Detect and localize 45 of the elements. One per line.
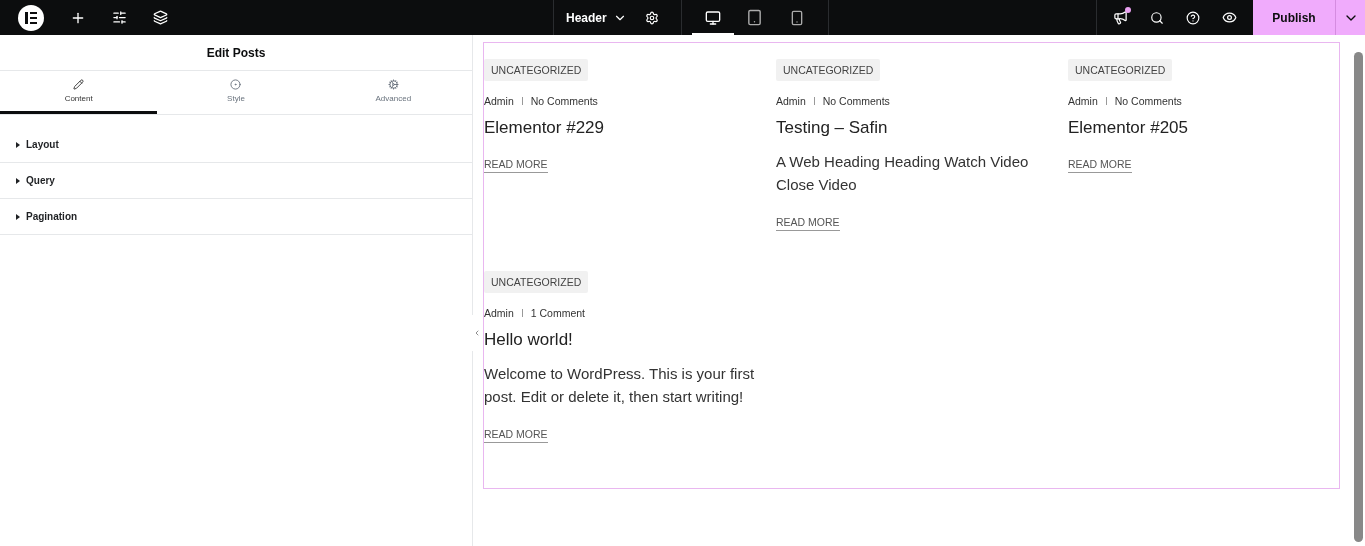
section-header[interactable]: Layout [0, 127, 472, 163]
eye-icon [1222, 10, 1237, 25]
panel-tab[interactable]: Advanced [314, 71, 472, 114]
post-excerpt: A Web Heading Heading Watch Video Close Video [776, 152, 1030, 195]
panel-tab[interactable]: Style [157, 71, 315, 114]
pencil-icon [73, 79, 85, 90]
gear-icon [644, 10, 659, 25]
read-more-link[interactable]: READ MORE [776, 216, 840, 231]
post-comments: No Comments [822, 95, 890, 107]
panel-title: Edit Posts [0, 35, 472, 71]
post-comments: 1 Comment [530, 307, 586, 319]
document-dropdown[interactable]: Header [566, 10, 627, 25]
post-comments: No Comments [530, 95, 598, 107]
read-more-link[interactable]: READ MORE [484, 428, 548, 443]
section-header[interactable]: Query [0, 163, 472, 199]
panel-tab[interactable]: Content [0, 71, 158, 114]
sliders-icon [112, 10, 127, 25]
post-title: Elementor #205 [1068, 118, 1189, 138]
post-comments: No Comments [1114, 95, 1182, 107]
post-author: Admin [484, 95, 514, 107]
desktop-icon [704, 9, 721, 26]
settings-icon [387, 79, 399, 90]
search-icon [1150, 10, 1164, 25]
logo[interactable] [18, 4, 44, 31]
post-author: Admin [484, 307, 514, 319]
category-badge: UNCATEGORIZED [484, 271, 589, 293]
scrollbar[interactable] [1354, 52, 1363, 542]
post-excerpt: Welcome to WordPress. This is your first post. Edit or delete it, then start writing! [484, 364, 756, 407]
read-more-link[interactable]: READ MORE [484, 158, 548, 173]
category-badge: UNCATEGORIZED [1068, 59, 1173, 81]
category-badge: UNCATEGORIZED [776, 59, 881, 81]
publish-button[interactable]: Publish [1253, 0, 1335, 35]
megaphone-icon [1113, 10, 1128, 25]
tablet-icon [746, 9, 764, 26]
read-more-link[interactable]: READ MORE [1068, 158, 1132, 173]
category-badge: UNCATEGORIZED [484, 59, 589, 81]
publish-options-button[interactable] [1335, 0, 1365, 35]
layers-icon [153, 10, 168, 25]
post-author: Admin [1068, 95, 1098, 107]
post-title: Hello world! [484, 330, 573, 350]
post-title: Elementor #229 [484, 118, 605, 138]
section-header[interactable]: Pagination [0, 199, 472, 235]
post-author: Admin [776, 95, 806, 107]
help-icon [1186, 10, 1200, 25]
post-title: Testing – Safin [776, 118, 888, 138]
